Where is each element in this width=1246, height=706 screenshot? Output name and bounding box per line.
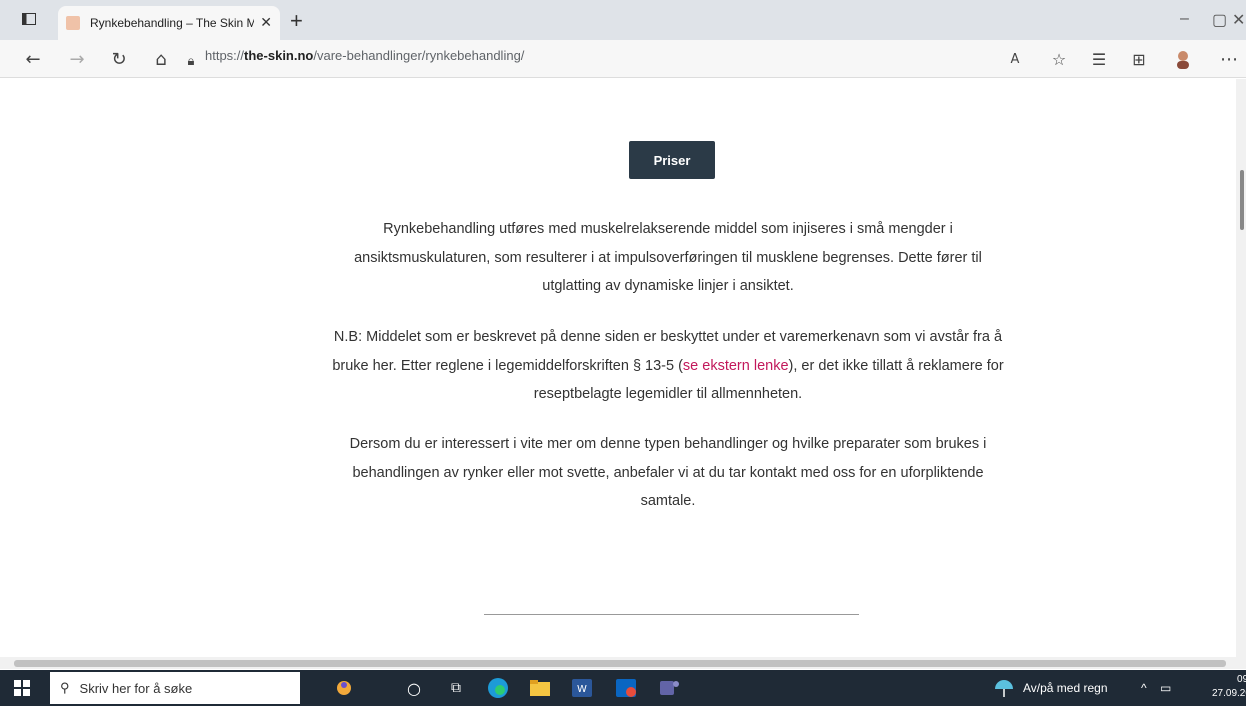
minimize-icon[interactable]: – xyxy=(1180,10,1189,28)
tab-close-icon[interactable]: ✕ xyxy=(260,15,272,31)
close-window-icon[interactable]: ✕ xyxy=(1232,10,1245,30)
show-hidden-icons-icon[interactable]: ^ xyxy=(1141,681,1147,695)
maximize-icon[interactable]: ▢ xyxy=(1212,10,1227,30)
url-path: /vare-behandlinger/rynkebehandling/ xyxy=(313,48,525,63)
refresh-icon[interactable]: ↻ xyxy=(108,48,130,70)
paragraph-contact: Dersom du er interessert i vite mer om d… xyxy=(349,436,987,509)
vertical-scrollbar[interactable] xyxy=(1236,79,1246,657)
weather-rain-icon xyxy=(992,676,1016,700)
new-tab-button[interactable]: + xyxy=(290,8,303,34)
network-icon[interactable]: ▭ xyxy=(1160,681,1171,695)
cortana-icon[interactable]: ○ xyxy=(402,676,426,700)
paragraph-intro: Rynkebehandling utføres med muskelrelaks… xyxy=(354,221,982,294)
task-view-icon[interactable]: ⧉ xyxy=(444,676,468,700)
search-highlight-icon[interactable] xyxy=(332,676,356,700)
vertical-scrollbar-thumb[interactable] xyxy=(1240,170,1244,230)
priser-button[interactable]: Priser xyxy=(629,141,715,179)
paragraph-notice: N.B: Middelet som er beskrevet på denne … xyxy=(330,323,1006,409)
word-icon[interactable]: W xyxy=(570,676,594,700)
outlook-icon[interactable] xyxy=(614,676,638,700)
tab-active[interactable]: Rynkebehandling – The Skin Med ✕ xyxy=(58,6,280,40)
edge-icon[interactable] xyxy=(486,676,510,700)
search-icon: ⚲ xyxy=(60,680,70,695)
profile-icon[interactable] xyxy=(1172,48,1194,70)
windows-start-icon[interactable] xyxy=(10,676,34,700)
weather-text[interactable]: Av/på med regn xyxy=(1023,681,1108,695)
svg-text:W: W xyxy=(577,684,587,695)
teams-icon[interactable] xyxy=(658,676,682,700)
divider xyxy=(484,614,859,615)
tab-title: Rynkebehandling – The Skin Med xyxy=(90,16,255,30)
home-icon[interactable]: ⌂ xyxy=(150,48,172,70)
external-link[interactable]: se ekstern lenke xyxy=(683,358,789,374)
read-aloud-icon[interactable]: A xyxy=(1004,48,1026,70)
site-info-icon[interactable]: 🔒︎ xyxy=(180,50,202,72)
clock-date: 27.09.2022 xyxy=(1212,688,1246,699)
forward-icon[interactable]: → xyxy=(66,48,88,70)
page-content: Priser Rynkebehandling utføres med muske… xyxy=(0,79,1236,657)
taskbar-search[interactable]: ⚲ Skriv her for å søke xyxy=(50,672,300,704)
tab-actions-icon[interactable] xyxy=(22,10,36,29)
address-bar[interactable]: https://the-skin.no/vare-behandlinger/ry… xyxy=(205,48,524,63)
favorites-add-icon[interactable]: ☆ xyxy=(1048,48,1070,70)
horizontal-scrollbar-thumb[interactable] xyxy=(14,660,1226,667)
file-explorer-icon[interactable] xyxy=(528,676,552,700)
back-icon[interactable]: ← xyxy=(22,48,44,70)
favorites-icon[interactable]: ☰ xyxy=(1088,48,1110,70)
favicon-icon xyxy=(66,16,80,30)
clock-time: 09:10 xyxy=(1237,674,1246,685)
search-placeholder: Skriv her for å søke xyxy=(79,680,193,696)
collections-icon[interactable]: ⊞ xyxy=(1128,48,1150,70)
url-prefix: https:// xyxy=(205,48,245,63)
more-icon[interactable]: ⋯ xyxy=(1218,48,1240,70)
url-domain: the-skin.no xyxy=(244,48,314,63)
clock[interactable]: 09:10 27.09.2022 xyxy=(1212,673,1246,701)
